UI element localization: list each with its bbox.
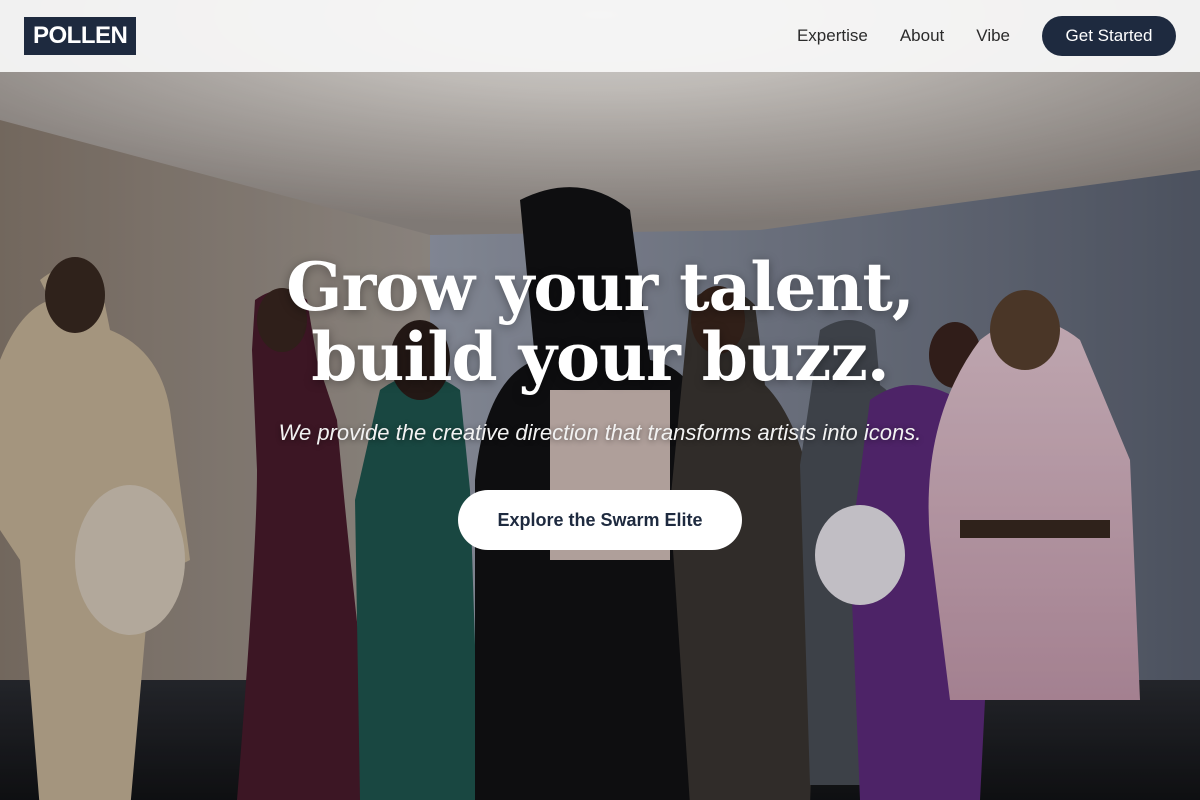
nav-link-about[interactable]: About bbox=[900, 26, 944, 46]
hero-section: Grow your talent, build your buzz. We pr… bbox=[0, 0, 1200, 800]
hero-headline: Grow your talent, build your buzz. bbox=[286, 248, 915, 396]
pollen-logo[interactable]: POLLEN bbox=[24, 17, 137, 55]
hero-subheadline: We provide the creative direction that t… bbox=[278, 420, 922, 445]
explore-swarm-elite-button[interactable]: Explore the Swarm Elite bbox=[458, 490, 742, 550]
top-navbar: POLLEN Expertise About Vibe Get Started bbox=[0, 0, 1200, 72]
hero-content: Grow your talent, build your buzz. We pr… bbox=[0, 252, 1200, 550]
nav-link-vibe[interactable]: Vibe bbox=[976, 26, 1010, 46]
nav-menu: Expertise About Vibe Get Started bbox=[797, 16, 1176, 56]
nav-link-expertise[interactable]: Expertise bbox=[797, 26, 868, 46]
get-started-button[interactable]: Get Started bbox=[1042, 16, 1176, 56]
